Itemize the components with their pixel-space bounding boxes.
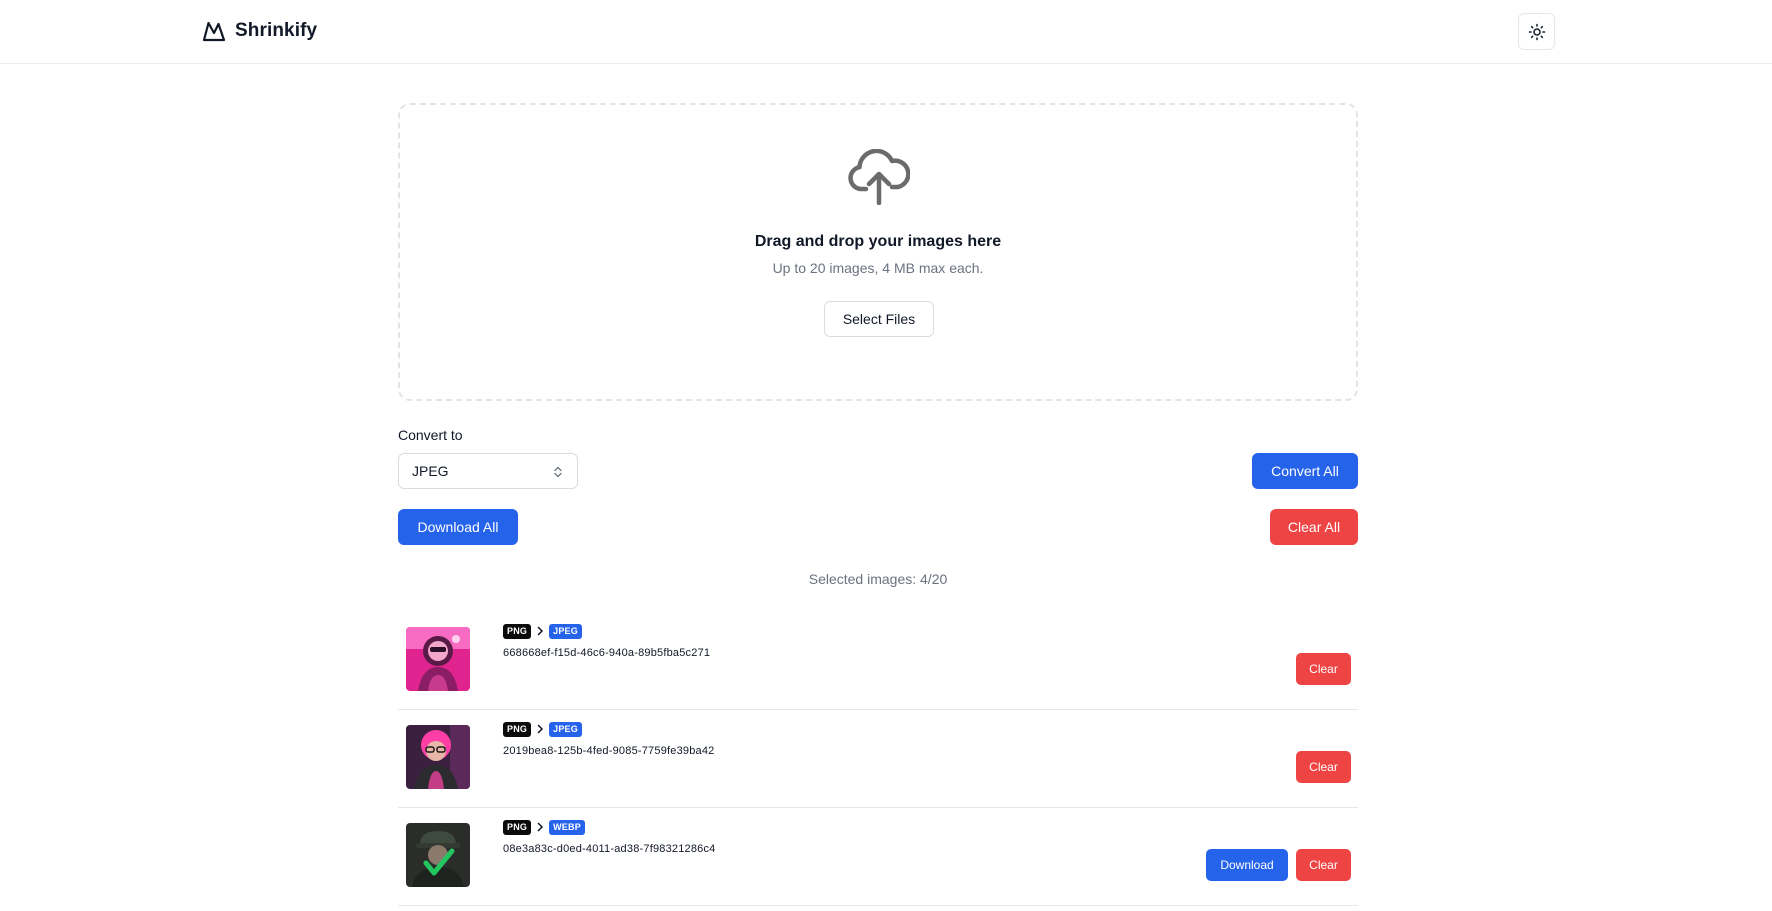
chevron-right-icon xyxy=(537,626,544,636)
clear-file-button[interactable]: Clear xyxy=(1296,751,1351,783)
selected-count: Selected images: 4/20 xyxy=(808,571,948,587)
format-badges: PNG JPEG xyxy=(503,623,582,639)
file-row: PNG JPEG 668668ef-f15d-46c6-940a-89b5fba… xyxy=(398,612,1358,710)
file-id: 668668ef-f15d-46c6-940a-89b5fba5c271 xyxy=(503,647,711,659)
chevron-right-icon xyxy=(537,724,544,734)
image-thumbnail xyxy=(406,725,470,789)
convert-all-button[interactable]: Convert All xyxy=(1252,453,1358,489)
dropzone-title: Drag and drop your images here xyxy=(754,233,1002,250)
download-all-button[interactable]: Download All xyxy=(398,509,518,545)
brand-name: Shrinkify xyxy=(235,20,318,41)
file-id: 2019bea8-125b-4fed-9085-7759fe39ba42 xyxy=(503,745,715,757)
mountain-logo-icon xyxy=(202,21,226,42)
sun-icon xyxy=(1528,23,1545,40)
target-format-badge: JPEG xyxy=(549,721,582,737)
navbar: Shrinkify xyxy=(0,0,1772,64)
clear-file-button[interactable]: Clear xyxy=(1296,849,1351,881)
file-row: PNG JPEG 2019bea8-125b-4fed-9085-7759fe3… xyxy=(398,710,1358,808)
file-id: 08e3a83c-d0ed-4011-ad38-7f98321286c4 xyxy=(503,843,716,855)
source-format-badge: PNG xyxy=(503,623,532,639)
brand[interactable]: Shrinkify xyxy=(202,18,317,44)
chevron-right-icon xyxy=(537,822,544,832)
format-select[interactable]: JPEG xyxy=(398,453,578,489)
cloud-upload-icon xyxy=(848,149,910,205)
select-files-button[interactable]: Select Files xyxy=(824,301,934,337)
format-badges: PNG JPEG xyxy=(503,721,582,737)
clear-all-button[interactable]: Clear All xyxy=(1270,509,1358,545)
convert-to-label: Convert to xyxy=(398,427,463,443)
format-badges: PNG WEBP xyxy=(503,819,585,835)
theme-toggle-button[interactable] xyxy=(1518,13,1555,50)
image-thumbnail xyxy=(406,627,470,691)
dropzone-subtitle: Up to 20 images, 4 MB max each. xyxy=(772,260,984,276)
clear-file-button[interactable]: Clear xyxy=(1296,653,1351,685)
target-format-badge: JPEG xyxy=(549,623,582,639)
source-format-badge: PNG xyxy=(503,819,532,835)
source-format-badge: PNG xyxy=(503,721,532,737)
download-file-button[interactable]: Download xyxy=(1206,849,1288,881)
format-select-value: JPEG xyxy=(412,463,449,479)
file-row: PNG WEBP 08e3a83c-d0ed-4011-ad38-7f98321… xyxy=(398,808,1358,906)
upload-dropzone[interactable]: Drag and drop your images here Up to 20 … xyxy=(398,103,1358,401)
chevron-up-down-icon xyxy=(554,466,562,478)
image-thumbnail xyxy=(406,823,470,887)
target-format-badge: WEBP xyxy=(549,819,585,835)
